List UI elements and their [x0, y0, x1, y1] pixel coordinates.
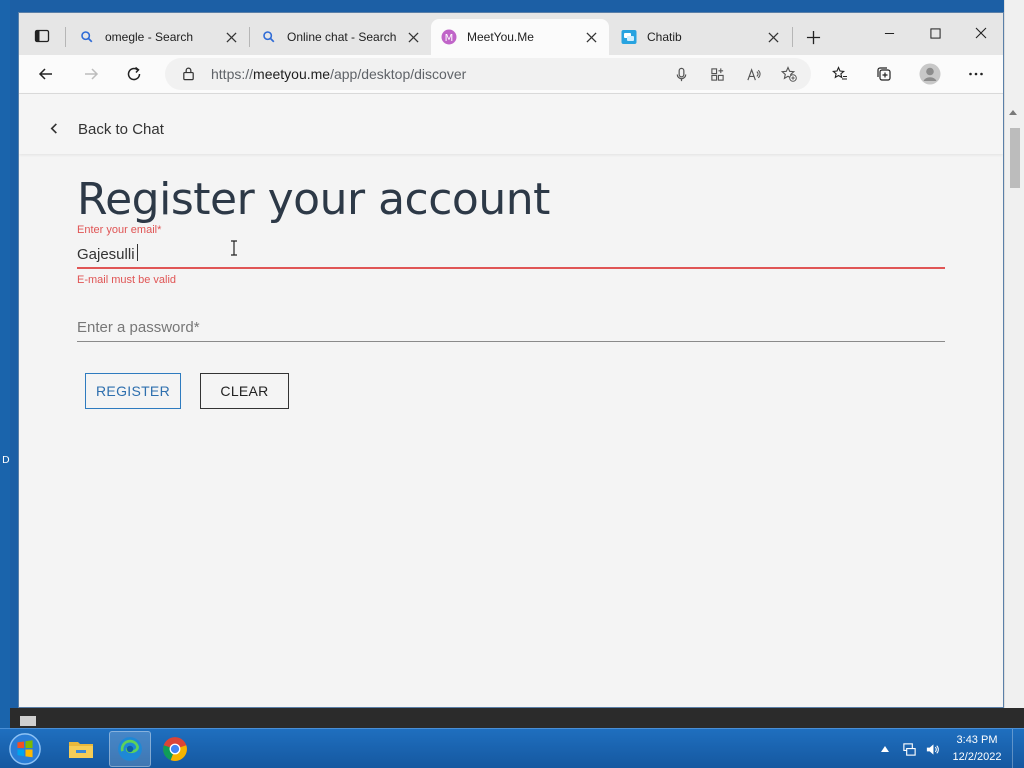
folder-icon — [69, 742, 93, 758]
tab-separator — [65, 27, 66, 47]
arrow-right-icon — [85, 68, 99, 80]
show-hidden-icons-arrow-icon[interactable] — [877, 741, 893, 757]
scroll-thumb[interactable] — [1010, 128, 1020, 188]
show-desktop-button[interactable] — [1012, 729, 1024, 768]
windows-start-icon — [9, 733, 41, 765]
search-icon — [79, 29, 95, 45]
avatar-icon — [919, 63, 941, 85]
back-to-chat-button[interactable] — [43, 117, 65, 139]
favorites-icon — [832, 66, 847, 80]
url-path: /app/desktop/discover — [330, 66, 467, 82]
tab-actions-button[interactable] — [27, 23, 57, 49]
tab-separator — [249, 27, 250, 47]
password-field[interactable] — [77, 314, 945, 340]
tab-actions-icon — [34, 29, 50, 43]
address-bar[interactable]: https://meetyou.me/app/desktop/discover — [165, 58, 811, 90]
network-icon[interactable] — [901, 741, 917, 757]
horizontal-scroll-thumb[interactable] — [20, 716, 36, 726]
tab-separator — [792, 27, 793, 47]
url-prefix: https:// — [211, 66, 254, 82]
chatib-logo-icon — [621, 29, 637, 45]
maximize-button[interactable] — [912, 19, 958, 47]
text-cursor-icon — [231, 240, 237, 256]
arrow-left-icon — [38, 68, 52, 80]
clock-date: 12/2/2022 — [952, 751, 1002, 763]
minimize-button[interactable] — [866, 19, 912, 47]
close-icon[interactable] — [765, 29, 781, 45]
minimize-icon — [884, 32, 894, 34]
plus-icon — [806, 30, 820, 44]
edge-taskbar-button[interactable] — [109, 731, 151, 767]
back-button[interactable] — [31, 59, 61, 89]
url-domain: meetyou.me — [253, 66, 331, 82]
page-content: Back to Chat Register your account Enter… — [19, 94, 1003, 707]
window-close-button[interactable] — [958, 19, 1003, 47]
scroll-up-arrow-icon[interactable] — [1009, 110, 1017, 115]
google-chrome-icon — [163, 737, 187, 761]
close-icon[interactable] — [223, 29, 239, 45]
collections-button[interactable] — [869, 59, 899, 89]
microphone-icon[interactable] — [671, 64, 691, 84]
chrome-taskbar-button[interactable] — [154, 731, 196, 767]
close-icon[interactable] — [405, 29, 421, 45]
settings-menu-button[interactable] — [961, 59, 991, 89]
register-button[interactable]: REGISTER — [85, 373, 181, 409]
tab-meetyou[interactable]: M MeetYou.Me — [431, 19, 609, 55]
email-field-label: Enter your email* — [77, 224, 162, 236]
start-button[interactable] — [6, 731, 44, 767]
desktop-label: D — [2, 455, 10, 466]
refresh-button[interactable] — [119, 59, 149, 89]
chevron-left-icon — [50, 122, 57, 134]
profile-button[interactable] — [915, 59, 945, 89]
page-title: Register your account — [77, 174, 550, 225]
tab-title: Chatib — [647, 30, 682, 44]
meetyou-logo-icon: M — [441, 29, 457, 45]
email-error-message: E-mail must be valid — [77, 274, 177, 286]
browser-window: omegle - Search Online chat - Search M M… — [18, 12, 1004, 708]
clock-time: 3:43 PM — [956, 734, 998, 746]
system-clock[interactable]: 3:43 PM 12/2/2022 — [946, 732, 1008, 766]
forward-button[interactable] — [76, 59, 106, 89]
app-available-icon[interactable] — [707, 64, 727, 84]
refresh-icon — [127, 66, 141, 81]
search-icon — [261, 29, 277, 45]
text-caret — [137, 244, 138, 261]
tab-strip: omegle - Search Online chat - Search M M… — [19, 13, 1003, 55]
maximize-icon — [929, 27, 941, 39]
lock-icon[interactable] — [181, 66, 197, 82]
tab-online-chat-search[interactable]: Online chat - Search — [251, 19, 431, 55]
desktop-bottom-strip — [10, 708, 1024, 728]
taskbar: 3:43 PM 12/2/2022 — [0, 728, 1024, 768]
email-field-underline — [77, 267, 945, 269]
url-text[interactable]: https://meetyou.me/app/desktop/discover — [211, 66, 466, 82]
volume-icon[interactable] — [924, 741, 940, 757]
microsoft-edge-icon — [118, 737, 142, 761]
tab-title: omegle - Search — [105, 30, 194, 44]
close-icon — [975, 27, 987, 39]
svg-text:M: M — [445, 33, 454, 44]
add-favorite-icon[interactable] — [779, 64, 799, 84]
tab-title: MeetYou.Me — [467, 30, 534, 44]
desktop-scrollbar[interactable] — [1004, 0, 1024, 728]
browser-toolbar: https://meetyou.me/app/desktop/discover — [19, 55, 1003, 93]
email-field[interactable] — [77, 241, 945, 267]
collections-icon — [877, 67, 891, 81]
desktop-left-strip — [0, 0, 10, 728]
back-bar: Back to Chat — [19, 94, 1003, 154]
back-to-chat-link[interactable]: Back to Chat — [78, 121, 164, 138]
tab-title: Online chat - Search — [287, 30, 397, 44]
file-explorer-taskbar-button[interactable] — [60, 731, 102, 767]
tab-chatib[interactable]: Chatib — [611, 19, 791, 55]
new-tab-button[interactable] — [799, 25, 827, 49]
more-options-icon — [969, 72, 983, 76]
password-field-underline — [77, 341, 945, 342]
tab-omegle-search[interactable]: omegle - Search — [69, 19, 249, 55]
clear-button[interactable]: CLEAR — [200, 373, 289, 409]
close-icon[interactable] — [583, 29, 599, 45]
read-aloud-icon[interactable] — [743, 64, 763, 84]
favorites-button[interactable] — [825, 59, 855, 89]
